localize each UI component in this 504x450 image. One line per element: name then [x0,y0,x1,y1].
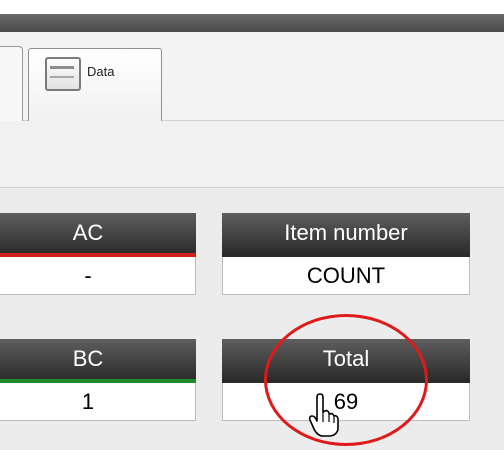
tab-data-label: Data [87,64,115,79]
drawer-handle-top [50,66,74,69]
field-bc-value[interactable]: 1 [0,383,196,421]
tab-previous[interactable] [0,46,23,125]
ribbon-toolbar [0,121,504,188]
field-total-value[interactable]: 69 [222,383,470,421]
field-item-number-label: Item number [222,213,470,253]
ribbon-tabstrip: Data [0,32,504,125]
field-ac: AC - [0,213,196,295]
field-total: Total 69 [222,339,470,421]
tab-data[interactable]: Data [28,48,162,124]
field-ac-value[interactable]: - [0,257,196,295]
field-item-number-value[interactable]: COUNT [222,257,470,295]
window-titlebar [0,14,504,32]
field-total-label: Total [222,339,470,379]
drawer-handle-bottom [50,76,74,78]
field-bc: BC 1 [0,339,196,421]
field-bc-label: BC [0,339,196,379]
field-ac-label: AC [0,213,196,253]
data-drawer-icon [45,57,81,91]
hand-pointer-icon [308,393,339,437]
field-item-number: Item number COUNT [222,213,470,295]
